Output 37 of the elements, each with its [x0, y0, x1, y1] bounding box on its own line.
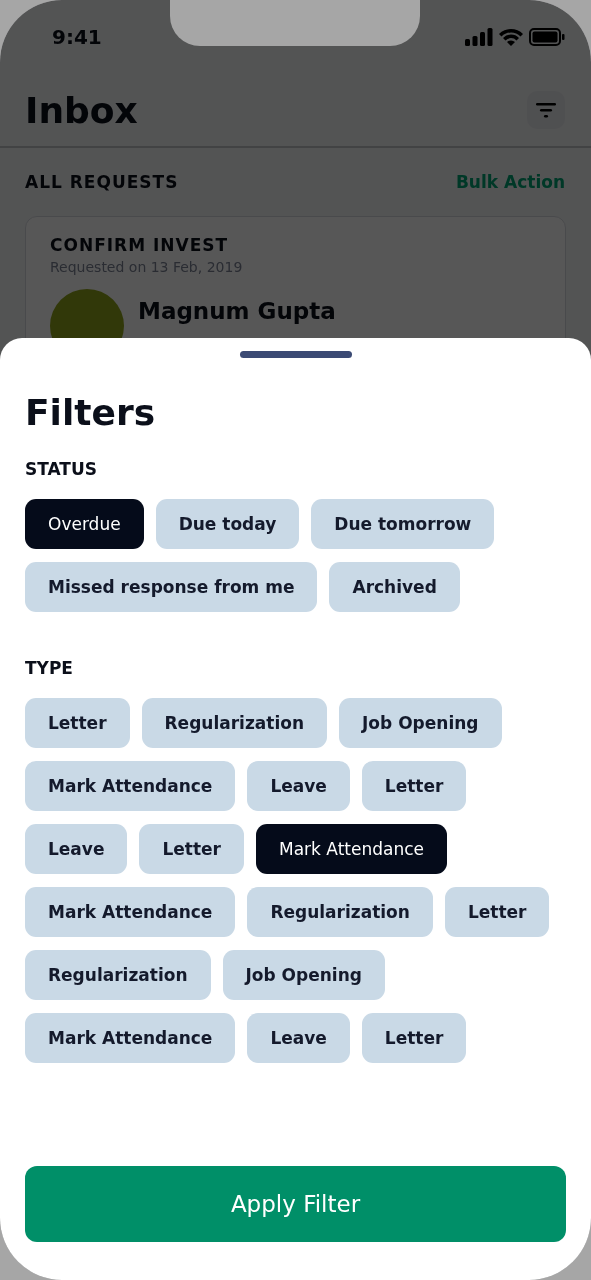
filter-chip[interactable]: Mark Attendance [25, 887, 236, 937]
filter-chip[interactable]: Due tomorrow [311, 499, 495, 549]
filter-chip[interactable]: Leave [247, 1013, 350, 1063]
request-title: CONFIRM INVEST [50, 235, 230, 255]
filter-chip[interactable]: Mark Attendance [25, 1013, 236, 1063]
filter-chip[interactable]: Missed response from me [25, 562, 318, 612]
filter-chip[interactable]: Due today [155, 499, 300, 549]
status-time: 9:41 [52, 25, 102, 49]
apply-filter-button[interactable]: Apply Filter [25, 1166, 566, 1242]
battery-icon [529, 28, 565, 46]
filter-chip[interactable]: Regularization [25, 950, 211, 1000]
drag-handle[interactable] [239, 351, 352, 358]
filter-chip[interactable]: Regularization [141, 698, 328, 748]
filter-icon [536, 102, 556, 118]
filter-chip[interactable]: Letter [444, 887, 550, 937]
filter-chip[interactable]: Job Opening [222, 950, 385, 1000]
section-title: ALL REQUESTS [25, 172, 179, 192]
filter-chip[interactable]: Letter [361, 1013, 467, 1063]
filter-chip[interactable]: Mark Attendance [25, 761, 236, 811]
filter-chip[interactable]: Regularization [247, 887, 433, 937]
signal-icon [465, 28, 493, 46]
wifi-icon [499, 28, 523, 46]
filter-chip[interactable]: Leave [247, 761, 350, 811]
page-title: Inbox [25, 89, 138, 131]
filter-chip[interactable]: Letter [139, 824, 244, 874]
filter-chip[interactable]: Job Opening [339, 698, 502, 748]
group-title: TYPE [25, 658, 74, 678]
filter-button[interactable] [527, 91, 565, 129]
group-title: STATUS [25, 459, 98, 479]
filter-chip[interactable]: Leave [25, 824, 128, 874]
filter-chip[interactable]: Letter [361, 761, 467, 811]
sheet-title: Filters [25, 392, 157, 433]
requester-name: Magnum Gupta [138, 298, 336, 324]
filter-chip[interactable]: Archived [329, 562, 460, 612]
filter-chip[interactable]: Mark Attendance [256, 824, 447, 874]
filter-chip[interactable]: Overdue [25, 499, 144, 549]
filter-chip[interactable]: Letter [25, 698, 130, 748]
